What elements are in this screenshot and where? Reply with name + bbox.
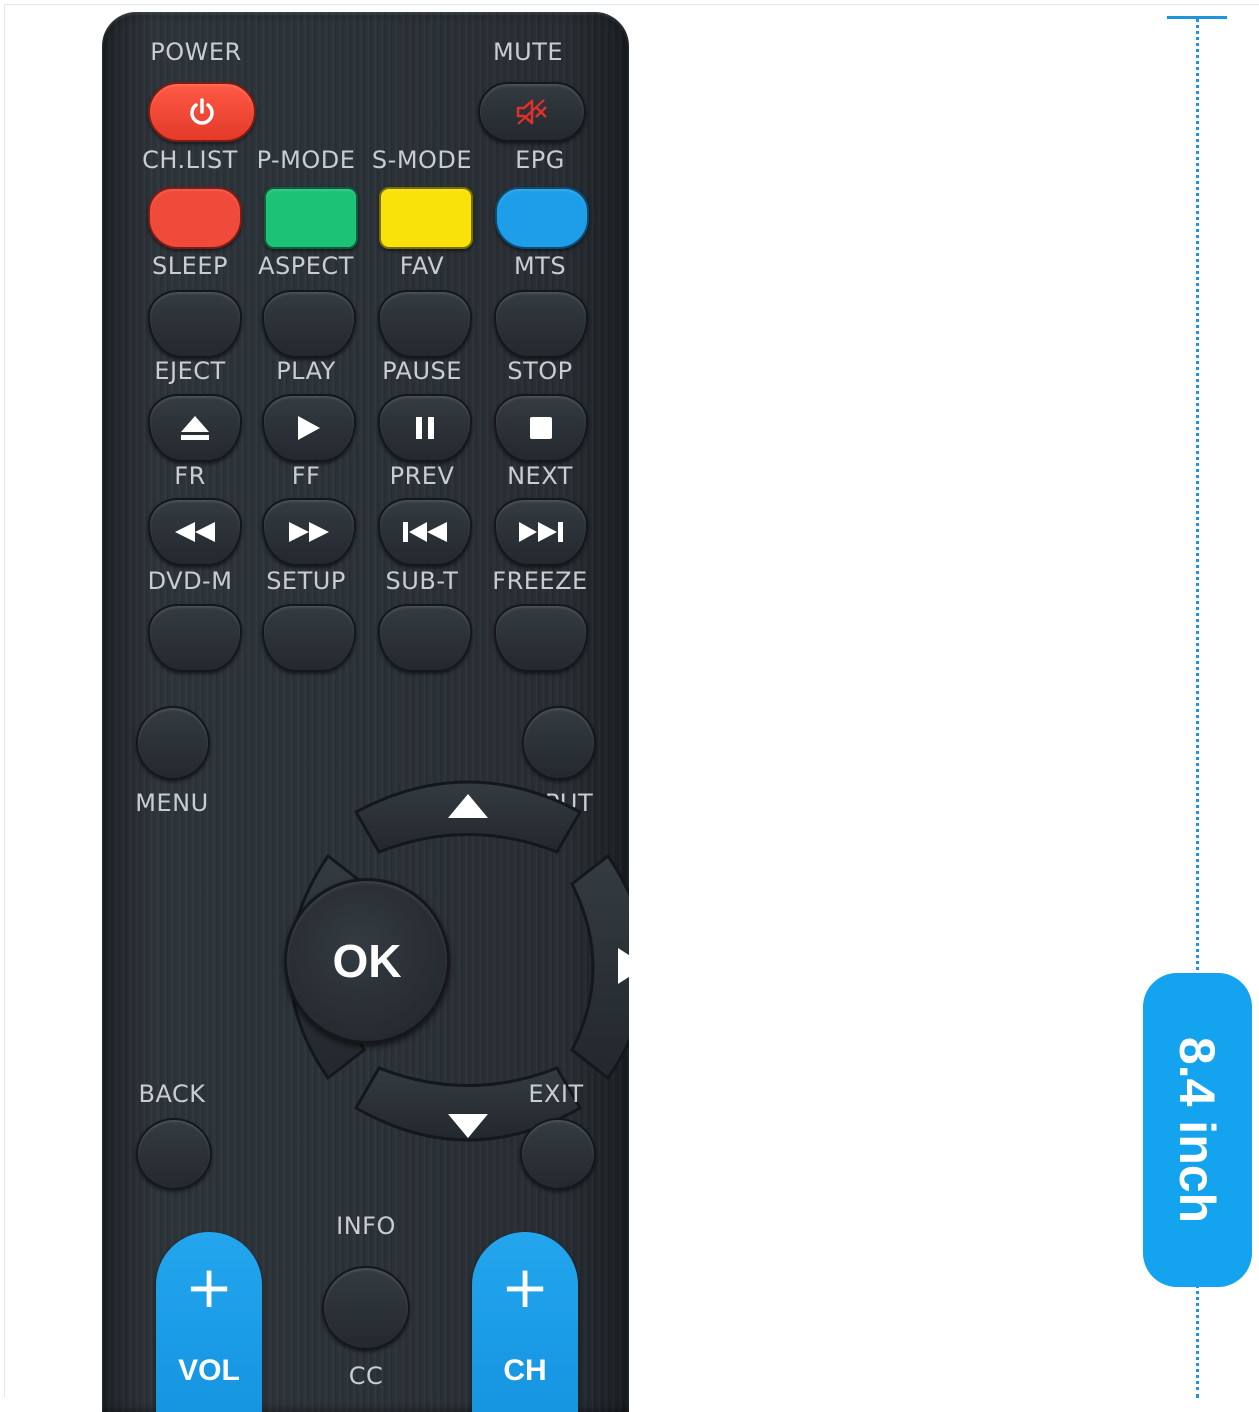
info-label: INFO: [336, 1212, 396, 1240]
skip-previous-icon: [401, 520, 449, 544]
plus-icon: +: [500, 1253, 550, 1321]
setup-label: SETUP: [266, 567, 346, 595]
prev-button[interactable]: [378, 498, 472, 566]
sleep-button[interactable]: [148, 290, 242, 358]
fr-label: FR: [174, 462, 206, 490]
play-icon: [296, 414, 322, 442]
freeze-label: FREEZE: [492, 567, 588, 595]
ch-label: CH: [503, 1354, 547, 1387]
play-button[interactable]: [262, 394, 356, 462]
fav-label: FAV: [399, 252, 445, 280]
epg-label: EPG: [515, 146, 565, 174]
yellow-button[interactable]: [379, 187, 473, 249]
pause-button[interactable]: [378, 394, 472, 462]
mts-button[interactable]: [494, 290, 588, 358]
fav-button[interactable]: [378, 290, 472, 358]
volume-up-button[interactable]: + VOL: [156, 1232, 262, 1412]
rewind-icon: [173, 520, 217, 544]
fast-rewind-button[interactable]: [148, 498, 242, 566]
ok-button[interactable]: OK: [284, 878, 450, 1044]
subtitle-button[interactable]: [378, 604, 472, 672]
next-button[interactable]: [494, 498, 588, 566]
prev-label: PREV: [389, 462, 455, 490]
eject-icon: [179, 414, 211, 442]
subt-label: SUB-T: [385, 567, 459, 595]
mute-label: MUTE: [492, 38, 564, 66]
input-button[interactable]: [522, 706, 596, 780]
stop-label: STOP: [507, 357, 573, 385]
freeze-button[interactable]: [494, 604, 588, 672]
stop-button[interactable]: [494, 394, 588, 462]
play-label: PLAY: [276, 357, 336, 385]
red-button[interactable]: [148, 187, 242, 249]
back-button[interactable]: [136, 1118, 212, 1190]
plus-icon: +: [184, 1253, 234, 1321]
eject-button[interactable]: [148, 394, 242, 462]
power-button[interactable]: [148, 82, 256, 142]
exit-button[interactable]: [520, 1118, 596, 1190]
dvd-menu-button[interactable]: [148, 604, 242, 672]
mute-button[interactable]: [478, 82, 586, 142]
dvdm-label: DVD-M: [147, 567, 233, 595]
info-button[interactable]: [322, 1266, 410, 1350]
skip-next-icon: [517, 520, 565, 544]
chlist-label: CH.LIST: [142, 146, 238, 174]
pause-icon: [414, 415, 436, 441]
mts-label: MTS: [513, 252, 567, 280]
ok-label: OK: [332, 935, 402, 987]
vol-label: VOL: [178, 1354, 240, 1387]
tv-remote: POWER MUTE CH.LIST P-MODE S-MODE EPG SLE…: [102, 12, 629, 1412]
menu-button[interactable]: [136, 706, 210, 780]
aspect-button[interactable]: [262, 290, 356, 358]
green-button[interactable]: [264, 187, 358, 249]
fast-forward-icon: [287, 520, 331, 544]
dimension-text: 8.4 inch: [1169, 1036, 1226, 1224]
blue-button[interactable]: [495, 187, 589, 249]
eject-label: EJECT: [154, 357, 226, 385]
ff-label: FF: [291, 462, 321, 490]
cc-label: CC: [348, 1362, 384, 1390]
smode-label: S-MODE: [371, 146, 473, 174]
mute-icon: [514, 97, 550, 127]
channel-up-button[interactable]: + CH: [472, 1232, 578, 1412]
stop-icon: [529, 416, 553, 440]
power-icon: [187, 97, 217, 127]
pmode-label: P-MODE: [256, 146, 356, 174]
menu-label: MENU: [135, 789, 209, 817]
setup-button[interactable]: [262, 604, 356, 672]
sleep-label: SLEEP: [152, 252, 228, 280]
fast-forward-button[interactable]: [262, 498, 356, 566]
exit-label: EXIT: [528, 1080, 584, 1108]
dimension-badge: 8.4 inch: [1143, 973, 1252, 1287]
back-label: BACK: [138, 1080, 206, 1108]
aspect-label: ASPECT: [258, 252, 354, 280]
power-label: POWER: [150, 38, 242, 66]
next-label: NEXT: [507, 462, 573, 490]
pause-label: PAUSE: [382, 357, 462, 385]
